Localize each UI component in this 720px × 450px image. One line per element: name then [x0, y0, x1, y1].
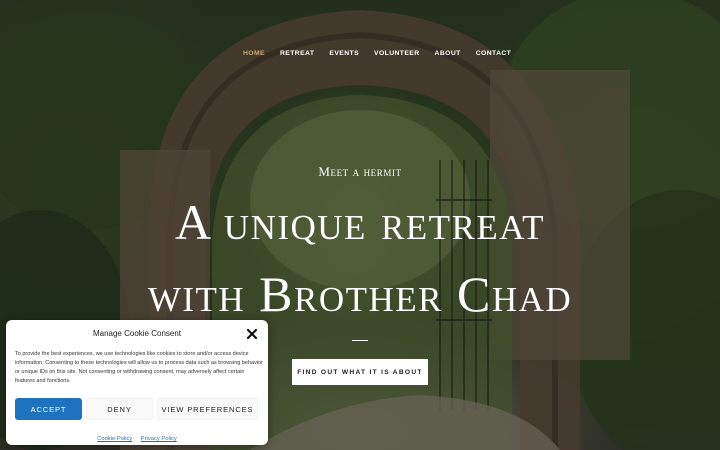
- close-icon[interactable]: [246, 327, 258, 340]
- nav-item-volunteer[interactable]: VOLUNTEER: [374, 50, 420, 57]
- privacy-policy-link[interactable]: Privacy Policy: [141, 436, 177, 442]
- main-nav: HOME RETREAT EVENTS VOLUNTEER ABOUT CONT…: [243, 50, 526, 57]
- deny-button[interactable]: DENY: [86, 398, 153, 420]
- view-preferences-button[interactable]: VIEW PREFERENCES: [157, 398, 258, 420]
- accept-button[interactable]: ACCEPT: [15, 398, 82, 420]
- nav-item-contact[interactable]: CONTACT: [476, 50, 512, 57]
- nav-item-home[interactable]: HOME: [243, 50, 265, 57]
- headline-line-2: with Brother Chad: [147, 266, 573, 322]
- hero-divider: [352, 340, 368, 341]
- headline-line-1: A unique retreat: [174, 194, 546, 250]
- find-out-button[interactable]: FIND OUT WHAT IT IS ABOUT: [292, 359, 428, 385]
- cookie-policy-link[interactable]: Cookie Policy: [97, 436, 132, 442]
- nav-item-events[interactable]: EVENTS: [329, 50, 359, 57]
- nav-item-retreat[interactable]: RETREAT: [280, 50, 314, 57]
- hero-eyebrow: Meet a hermit: [318, 164, 402, 179]
- cookie-title: Manage Cookie Consent: [92, 329, 182, 338]
- cookie-links: Cookie Policy Privacy Policy: [6, 427, 268, 445]
- hero-headline: A unique retreat with Brother Chad: [0, 186, 720, 330]
- cookie-consent-dialog: Manage Cookie Consent To provide the bes…: [6, 320, 268, 445]
- nav-item-about[interactable]: ABOUT: [435, 50, 461, 57]
- cookie-description: To provide the best experiences, we use …: [15, 351, 263, 384]
